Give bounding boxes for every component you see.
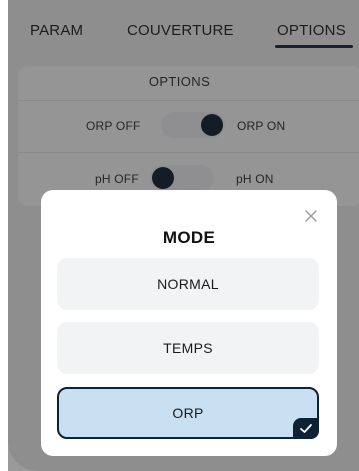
mode-normal-button[interactable]: NORMAL bbox=[57, 258, 319, 310]
close-icon[interactable] bbox=[303, 208, 319, 224]
mode-orp-button[interactable]: ORP bbox=[57, 387, 319, 439]
mode-temps-label: TEMPS bbox=[163, 340, 213, 356]
screen-edge bbox=[0, 0, 8, 471]
mode-orp-label: ORP bbox=[172, 405, 204, 421]
modal-title: MODE bbox=[162, 228, 216, 247]
mode-temps-button[interactable]: TEMPS bbox=[57, 322, 319, 374]
mode-normal-label: NORMAL bbox=[157, 276, 219, 292]
check-icon bbox=[293, 418, 319, 439]
